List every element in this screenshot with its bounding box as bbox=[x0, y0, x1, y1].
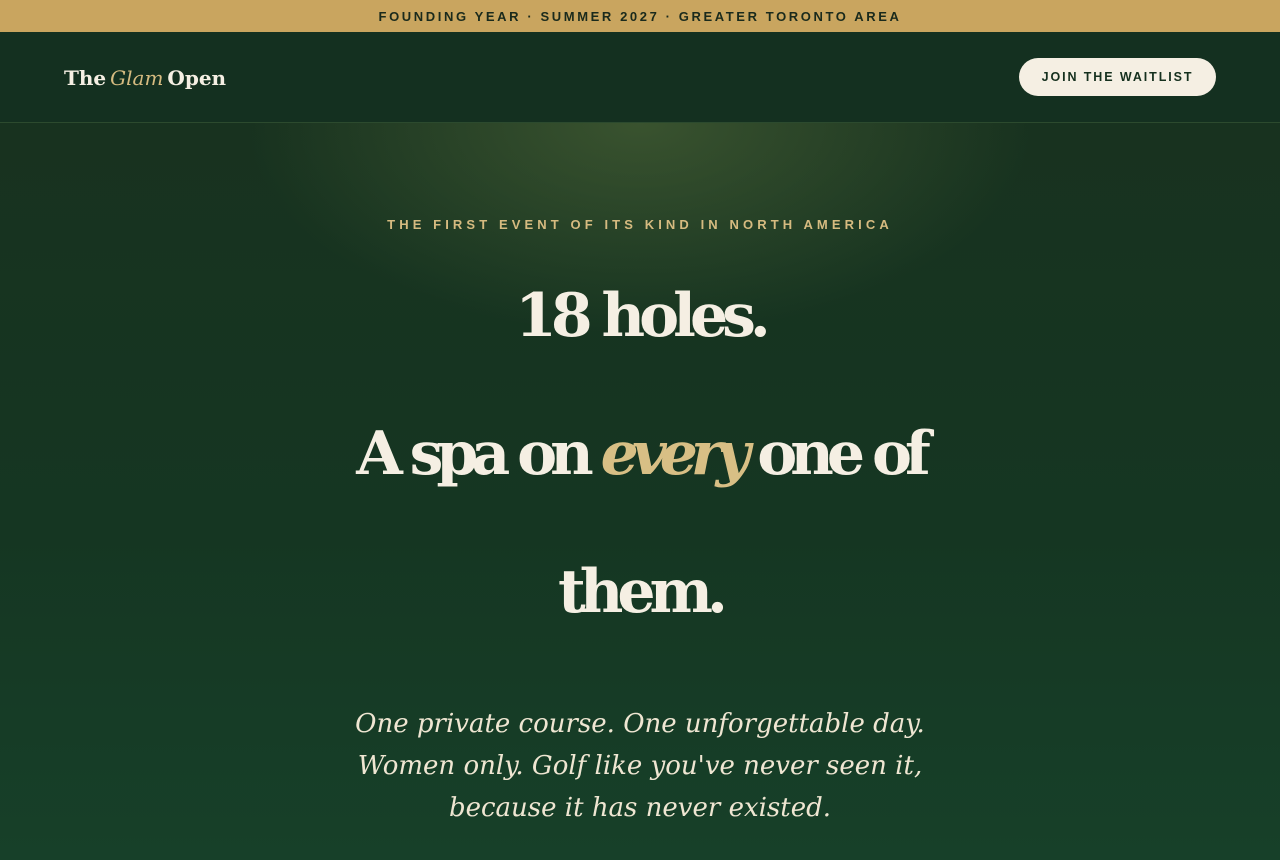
hero-subcopy: One private course. One unforgettable da… bbox=[0, 703, 1280, 829]
headline-line-1: 18 holes. bbox=[515, 281, 771, 351]
announcement-text: FOUNDING YEAR · SUMMER 2027 · GREATER TO… bbox=[378, 8, 902, 24]
logo-prefix: The bbox=[64, 66, 107, 90]
subcopy-line-1: One private course. One unforgettable da… bbox=[355, 709, 925, 739]
headline-line-3: them. bbox=[558, 557, 728, 627]
logo-suffix: Open bbox=[167, 66, 227, 90]
announcement-bar: FOUNDING YEAR · SUMMER 2027 · GREATER TO… bbox=[0, 0, 1280, 32]
subcopy-line-3: because it has never existed. bbox=[448, 793, 832, 823]
hero-eyebrow: THE FIRST EVENT OF ITS KIND IN NORTH AME… bbox=[387, 217, 893, 232]
headline-line-2-start: A spa on bbox=[356, 419, 601, 489]
hero-section: THE FIRST EVENT OF ITS KIND IN NORTH AME… bbox=[0, 123, 1280, 860]
logo[interactable]: The Glam Open bbox=[64, 64, 226, 92]
headline-emphasis: every bbox=[600, 419, 751, 489]
subcopy-line-2: Women only. Golf like you've never seen … bbox=[357, 751, 923, 781]
hero-headline: 18 holes. A spa on every one of them. bbox=[0, 247, 1280, 661]
join-waitlist-button[interactable]: JOIN THE WAITLIST bbox=[1019, 58, 1216, 96]
site-header: The Glam Open JOIN THE WAITLIST bbox=[0, 32, 1280, 123]
logo-accent: Glam bbox=[110, 66, 164, 90]
headline-line-2: A spa on every one of bbox=[0, 385, 1280, 523]
headline-line-2-end: one of bbox=[743, 419, 931, 489]
